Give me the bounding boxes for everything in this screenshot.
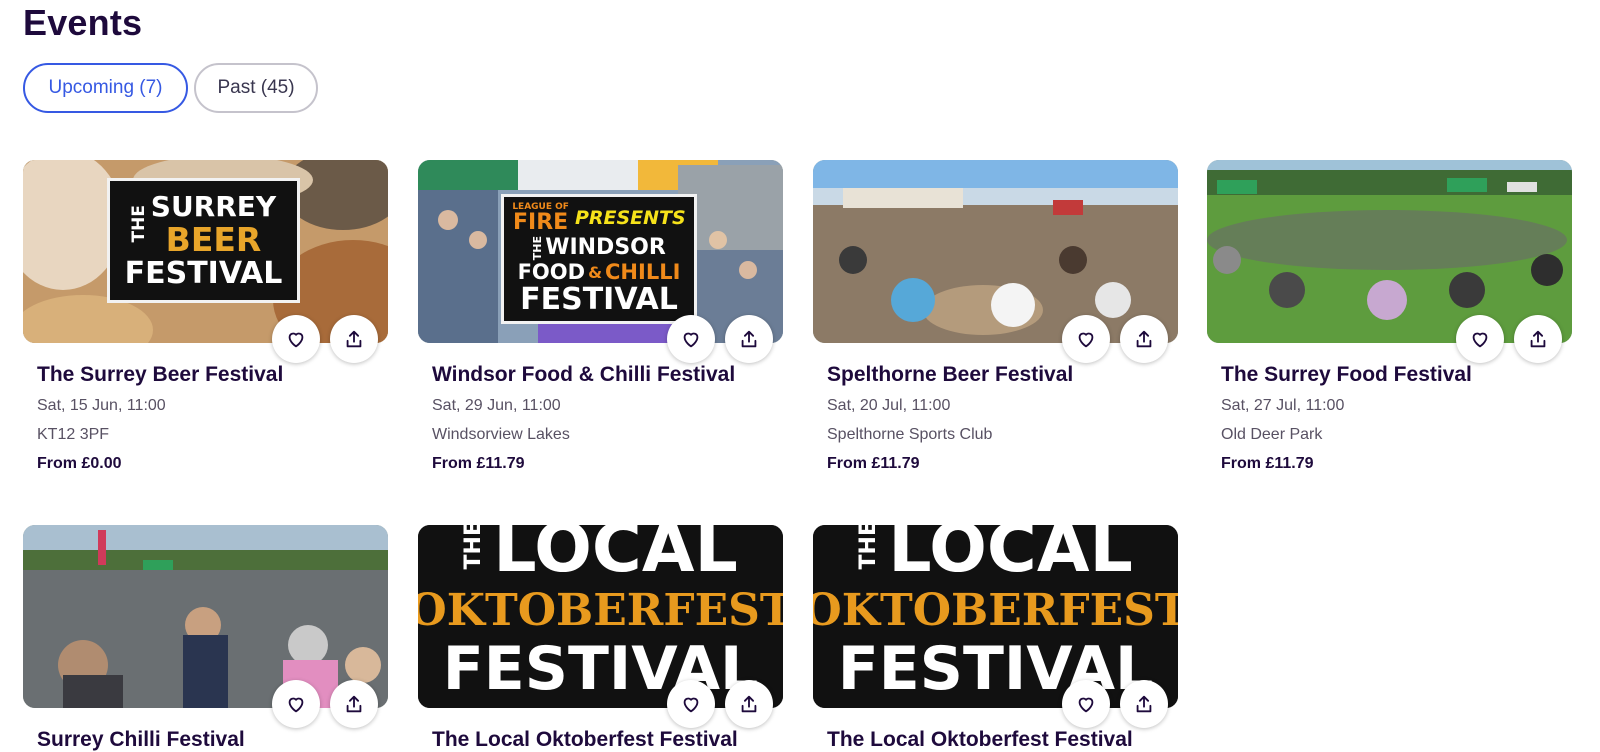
event-poster: THE SURREY BEER FESTIVAL xyxy=(107,178,300,303)
event-card-windsor-food-chilli-festival[interactable]: LEAGUE OF FIRE PRESENTS THE WINDSOR FOOD… xyxy=(418,160,783,473)
event-price: From £11.79 xyxy=(827,455,920,472)
share-icon xyxy=(346,695,362,713)
heart-icon xyxy=(1472,332,1488,348)
favorite-button[interactable] xyxy=(1062,315,1110,363)
event-image[interactable] xyxy=(1207,160,1572,343)
tab-upcoming[interactable]: Upcoming (7) xyxy=(23,63,188,113)
share-button[interactable] xyxy=(725,680,773,728)
event-date: Sat, 20 Jul, 11:00 xyxy=(827,397,951,414)
heart-icon xyxy=(288,697,304,713)
share-button[interactable] xyxy=(1120,680,1168,728)
event-title[interactable]: The Surrey Beer Festival xyxy=(37,363,388,387)
share-button[interactable] xyxy=(330,315,378,363)
event-image[interactable]: THE LOCAL OKTOBERFEST FESTIVAL xyxy=(418,525,783,708)
event-image[interactable] xyxy=(813,160,1178,343)
share-button[interactable] xyxy=(1514,315,1562,363)
event-card-surrey-chilli-festival[interactable]: Surrey Chilli Festival xyxy=(23,525,388,752)
heart-icon xyxy=(683,332,699,348)
event-poster: THE LOCAL OKTOBERFEST FESTIVAL xyxy=(418,525,783,708)
share-button[interactable] xyxy=(330,680,378,728)
event-price: From £0.00 xyxy=(37,455,122,472)
favorite-button[interactable] xyxy=(272,315,320,363)
event-title[interactable]: Windsor Food & Chilli Festival xyxy=(432,363,783,387)
heart-icon xyxy=(1078,332,1094,348)
favorite-button[interactable] xyxy=(1062,680,1110,728)
event-venue: KT12 3PF xyxy=(37,426,110,443)
event-image[interactable]: THE SURREY BEER FESTIVAL xyxy=(23,160,388,343)
favorite-button[interactable] xyxy=(272,680,320,728)
event-card-spelthorne-beer-festival[interactable]: Spelthorne Beer Festival Sat, 20 Jul, 11… xyxy=(813,160,1178,473)
event-card-local-oktoberfest-1[interactable]: THE LOCAL OKTOBERFEST FESTIVAL The Local… xyxy=(418,525,783,752)
heart-icon xyxy=(288,332,304,348)
event-image[interactable]: THE LOCAL OKTOBERFEST FESTIVAL xyxy=(813,525,1178,708)
event-title[interactable]: The Surrey Food Festival xyxy=(1221,363,1572,387)
event-image[interactable]: LEAGUE OF FIRE PRESENTS THE WINDSOR FOOD… xyxy=(418,160,783,343)
event-date: Sat, 29 Jun, 11:00 xyxy=(432,397,561,414)
event-title[interactable]: Surrey Chilli Festival xyxy=(37,728,388,752)
event-venue: Old Deer Park xyxy=(1221,426,1323,443)
tab-past[interactable]: Past (45) xyxy=(194,63,318,113)
event-card-surrey-food-festival[interactable]: The Surrey Food Festival Sat, 27 Jul, 11… xyxy=(1207,160,1572,473)
favorite-button[interactable] xyxy=(667,680,715,728)
event-title[interactable]: Spelthorne Beer Festival xyxy=(827,363,1178,387)
share-icon xyxy=(1136,330,1152,348)
event-poster: LEAGUE OF FIRE PRESENTS THE WINDSOR FOOD… xyxy=(501,194,697,324)
share-icon xyxy=(741,695,757,713)
event-title[interactable]: The Local Oktoberfest Festival xyxy=(432,728,783,752)
event-card-surrey-beer-festival[interactable]: THE SURREY BEER FESTIVAL The Surrey Beer… xyxy=(23,160,388,473)
event-tabs: Upcoming (7) Past (45) xyxy=(23,63,318,113)
share-icon xyxy=(1530,330,1546,348)
heart-icon xyxy=(683,697,699,713)
share-icon xyxy=(346,330,362,348)
share-button[interactable] xyxy=(1120,315,1168,363)
page-title: Events xyxy=(23,2,143,43)
event-date: Sat, 15 Jun, 11:00 xyxy=(37,397,166,414)
event-venue: Windsorview Lakes xyxy=(432,426,570,443)
share-button[interactable] xyxy=(725,315,773,363)
heart-icon xyxy=(1078,697,1094,713)
share-icon xyxy=(741,330,757,348)
favorite-button[interactable] xyxy=(667,315,715,363)
event-date: Sat, 27 Jul, 11:00 xyxy=(1221,397,1345,414)
share-icon xyxy=(1136,695,1152,713)
event-venue: Spelthorne Sports Club xyxy=(827,426,993,443)
event-title[interactable]: The Local Oktoberfest Festival xyxy=(827,728,1178,752)
event-price: From £11.79 xyxy=(432,455,525,472)
event-card-local-oktoberfest-2[interactable]: THE LOCAL OKTOBERFEST FESTIVAL The Local… xyxy=(813,525,1178,752)
event-poster: THE LOCAL OKTOBERFEST FESTIVAL xyxy=(813,525,1178,708)
event-price: From £11.79 xyxy=(1221,455,1314,472)
event-image[interactable] xyxy=(23,525,388,708)
favorite-button[interactable] xyxy=(1456,315,1504,363)
